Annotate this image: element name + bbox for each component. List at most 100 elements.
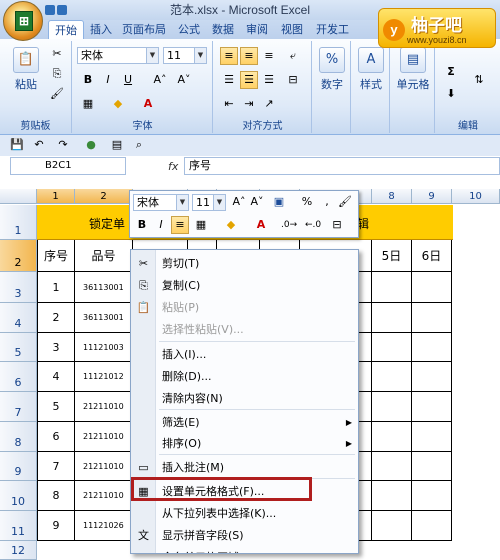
row-header-2[interactable]: 2 — [0, 240, 37, 272]
decrease-decimal-icon[interactable]: ←.0 — [304, 216, 322, 234]
row-header-1[interactable]: 1 — [0, 205, 37, 240]
quick-access-toolbar[interactable] — [44, 3, 84, 19]
table-cell[interactable]: 21211010 — [75, 452, 133, 481]
menu-item-8[interactable]: 排序(O) ▶ — [131, 433, 358, 455]
row-header-8[interactable]: 8 — [0, 422, 37, 452]
name-box[interactable]: B2C1 — [10, 157, 126, 175]
row-header-9[interactable]: 9 — [0, 452, 37, 481]
fill-icon[interactable]: ⬇ — [442, 85, 460, 103]
font-color-button[interactable]: A — [139, 95, 157, 113]
table-cell[interactable]: 11121003 — [75, 333, 133, 362]
search-icon[interactable]: ⌕ — [130, 136, 148, 154]
mini-percent-button[interactable]: % — [298, 193, 316, 211]
table-cell[interactable] — [372, 392, 412, 422]
print-preview-icon[interactable]: ▤ — [108, 136, 126, 154]
shrink-font-icon[interactable]: A˅ — [248, 193, 266, 211]
table-cell[interactable] — [412, 392, 452, 422]
table-cell[interactable]: 5日 — [372, 240, 412, 272]
tab-review[interactable]: 审阅 — [240, 20, 274, 39]
mini-align-center-icon[interactable]: ≡ — [171, 216, 189, 234]
tab-formulas[interactable]: 公式 — [172, 20, 206, 39]
table-cell[interactable] — [412, 362, 452, 392]
table-cell[interactable]: 9 — [37, 511, 75, 541]
column-header-2[interactable]: 2 — [75, 189, 133, 204]
menu-item-1[interactable]: ⎘ 复制(C) — [131, 275, 358, 297]
save-icon[interactable]: 💾 — [8, 136, 26, 154]
menu-item-5[interactable]: 删除(D)... — [131, 366, 358, 388]
align-left-icon[interactable]: ☰ — [220, 71, 238, 89]
cells-button[interactable]: ▤ 单元格 — [393, 47, 433, 92]
menu-item-4[interactable]: 插入(I)... — [131, 344, 358, 366]
decrease-indent-icon[interactable]: ⇤ — [220, 95, 238, 113]
tab-developer[interactable]: 开发工 — [310, 20, 355, 39]
bold-button[interactable]: B — [79, 71, 97, 89]
cut-icon[interactable]: ✂ — [48, 45, 66, 63]
tab-home[interactable]: 开始 — [48, 20, 84, 39]
save-icon[interactable] — [45, 5, 55, 15]
increase-decimal-icon[interactable]: .0→ — [280, 216, 298, 234]
menu-item-7[interactable]: 筛选(E) ▶ — [131, 412, 358, 434]
row-header-11[interactable]: 11 — [0, 511, 37, 541]
formula-input[interactable]: 序号 — [184, 157, 500, 175]
grow-font-icon[interactable]: A˄ — [230, 193, 248, 211]
merge-center-icon[interactable]: ⊟ — [284, 71, 302, 89]
table-cell[interactable]: 4 — [37, 362, 75, 392]
font-size-select[interactable]: 11 ▼ — [163, 47, 207, 64]
table-cell[interactable] — [372, 362, 412, 392]
mini-size-select[interactable]: 11 ▼ — [192, 194, 226, 211]
redo-icon[interactable]: ↷ — [54, 136, 72, 154]
merge-cells-icon[interactable]: ⊟ — [328, 216, 346, 234]
table-cell[interactable] — [412, 272, 452, 303]
table-cell[interactable] — [412, 303, 452, 333]
table-cell[interactable] — [372, 481, 412, 511]
row-header-10[interactable]: 10 — [0, 481, 37, 511]
orientation-icon[interactable]: ↗ — [260, 95, 278, 113]
column-header-1[interactable]: 1 — [37, 189, 75, 204]
table-cell[interactable]: 序号 — [37, 240, 75, 272]
format-painter-icon[interactable]: 🖌 — [48, 85, 66, 103]
fill-color-icon[interactable]: ◆ — [109, 95, 127, 113]
menu-item-0[interactable]: ✂ 剪切(T) — [131, 253, 358, 275]
column-header-8[interactable]: 8 — [372, 189, 412, 204]
table-cell[interactable]: 6日 — [412, 240, 452, 272]
column-header-9[interactable]: 9 — [412, 189, 452, 204]
table-cell[interactable] — [372, 272, 412, 303]
italic-button[interactable]: I — [99, 71, 117, 89]
undo-icon[interactable]: ↶ — [30, 136, 48, 154]
align-right-icon[interactable]: ☰ — [260, 71, 278, 89]
table-cell[interactable] — [372, 422, 412, 452]
table-cell[interactable] — [412, 422, 452, 452]
table-cell[interactable]: 21211010 — [75, 481, 133, 511]
table-cell[interactable]: 36113001 — [75, 303, 133, 333]
row-header-6[interactable]: 6 — [0, 362, 37, 392]
mini-comma-button[interactable]: , — [318, 193, 336, 211]
row-header-4[interactable]: 4 — [0, 303, 37, 333]
undo-icon[interactable] — [57, 5, 67, 15]
font-name-select[interactable]: 宋体 ▼ — [77, 47, 159, 64]
menu-item-13[interactable]: 命名单元格区域(R)... — [131, 547, 358, 553]
table-cell[interactable]: 11121026 — [75, 511, 133, 541]
table-cell[interactable]: 6 — [37, 422, 75, 452]
align-top-icon[interactable]: ≡ — [220, 47, 238, 65]
table-cell[interactable] — [412, 511, 452, 541]
increase-indent-icon[interactable]: ⇥ — [240, 95, 258, 113]
table-cell[interactable]: 5 — [37, 392, 75, 422]
table-cell[interactable] — [372, 511, 412, 541]
table-cell[interactable] — [412, 333, 452, 362]
table-cell[interactable] — [372, 333, 412, 362]
paste-button[interactable]: 📋 粘贴 — [6, 47, 46, 92]
mini-italic-button[interactable]: I — [152, 216, 170, 234]
align-center-icon[interactable]: ☰ — [240, 71, 258, 89]
underline-button[interactable]: U — [119, 71, 137, 89]
table-cell[interactable]: 21211010 — [75, 422, 133, 452]
tab-page-layout[interactable]: 页面布局 — [116, 20, 172, 39]
table-cell[interactable] — [372, 303, 412, 333]
fx-icon[interactable]: fx — [168, 160, 178, 173]
mini-bold-button[interactable]: B — [133, 216, 151, 234]
table-cell[interactable]: 1 — [37, 272, 75, 303]
format-painter-icon[interactable]: 🖌 — [336, 193, 354, 211]
table-cell[interactable] — [412, 452, 452, 481]
mini-fill-color-icon[interactable]: ◆ — [222, 216, 240, 234]
column-header-10[interactable]: 10 — [452, 189, 500, 204]
table-cell[interactable]: 7 — [37, 452, 75, 481]
